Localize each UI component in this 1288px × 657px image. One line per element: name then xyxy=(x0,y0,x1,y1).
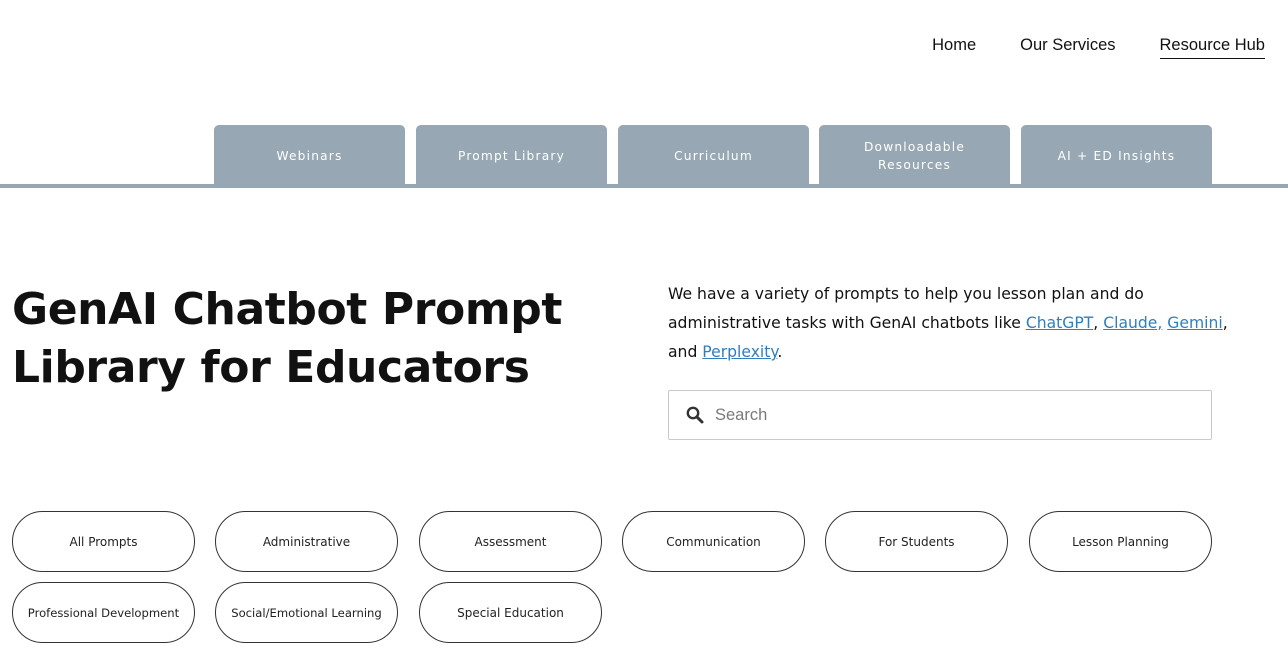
category-social-emotional-learning[interactable]: Social/Emotional Learning xyxy=(215,582,398,643)
nav-home-link[interactable]: Home xyxy=(932,36,976,59)
tab-ai-ed-insights[interactable]: AI + ED Insights xyxy=(1021,125,1212,186)
category-assessment[interactable]: Assessment xyxy=(419,511,602,572)
search-box xyxy=(668,390,1212,440)
nav-resource-hub-link[interactable]: Resource Hub xyxy=(1159,36,1265,59)
chatgpt-link[interactable]: ChatGPT xyxy=(1026,314,1093,332)
claude-link[interactable]: Claude, xyxy=(1103,314,1162,332)
category-for-students[interactable]: For Students xyxy=(825,511,1008,572)
nav-our-services-link[interactable]: Our Services xyxy=(1020,36,1115,59)
category-administrative[interactable]: Administrative xyxy=(215,511,398,572)
page-title: GenAI Chatbot Prompt Library for Educato… xyxy=(12,284,562,393)
resource-tab-bar: Webinars Prompt Library Curriculum Downl… xyxy=(0,125,1288,189)
category-special-education[interactable]: Special Education xyxy=(419,582,602,643)
intro-period: . xyxy=(777,343,783,361)
tab-webinars[interactable]: Webinars xyxy=(214,125,405,186)
tab-prompt-library[interactable]: Prompt Library xyxy=(416,125,607,186)
gemini-link[interactable]: Gemini xyxy=(1167,314,1222,332)
tab-downloadable-resources[interactable]: Downloadable Resources xyxy=(819,125,1010,186)
category-all-prompts[interactable]: All Prompts xyxy=(12,511,195,572)
tab-curriculum[interactable]: Curriculum xyxy=(618,125,809,186)
category-communication[interactable]: Communication xyxy=(622,511,805,572)
intro-paragraph: We have a variety of prompts to help you… xyxy=(668,280,1228,367)
search-icon xyxy=(685,405,705,425)
perplexity-link[interactable]: Perplexity xyxy=(702,343,777,361)
category-lesson-planning[interactable]: Lesson Planning xyxy=(1029,511,1212,572)
category-professional-development[interactable]: Professional Development xyxy=(12,582,195,643)
search-input[interactable] xyxy=(715,405,1175,425)
intro-comma: , xyxy=(1093,314,1099,332)
top-nav: Home Our Services Resource Hub xyxy=(932,36,1265,59)
